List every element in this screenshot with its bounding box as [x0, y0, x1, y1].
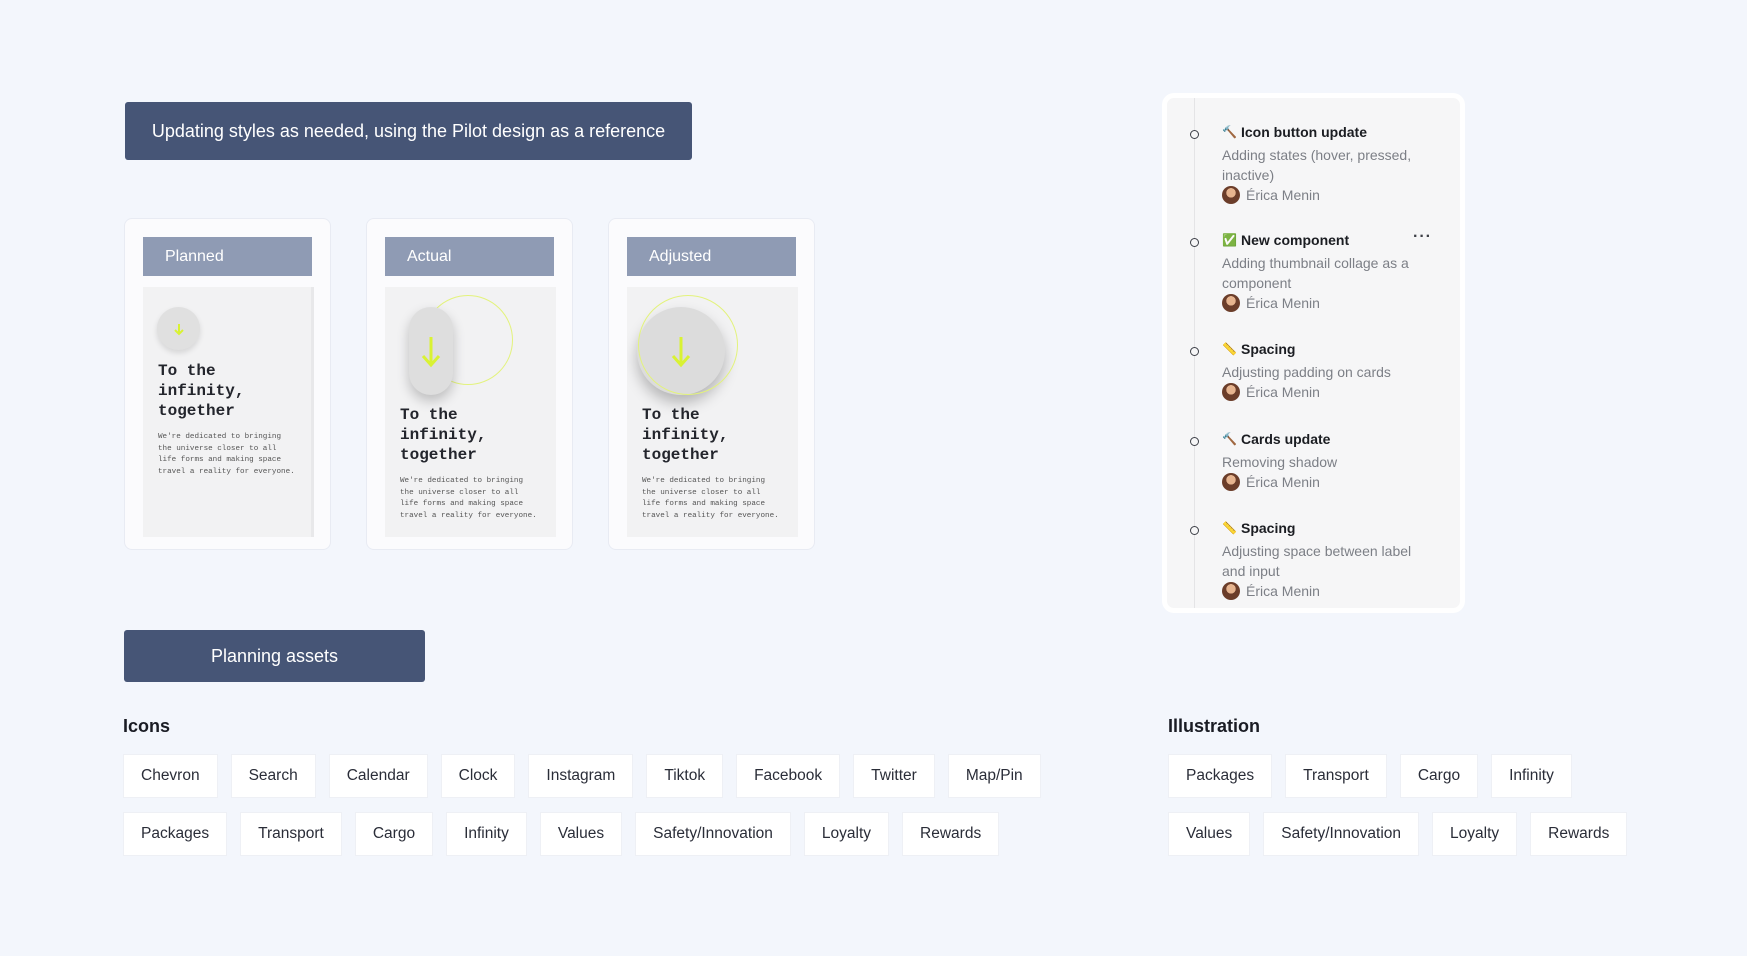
tag[interactable]: Calendar — [328, 754, 428, 798]
illustration-section-title: Illustration — [1168, 716, 1261, 736]
card-description: We're dedicated to bringing the universe… — [642, 477, 779, 520]
timeline-dot — [1190, 526, 1199, 535]
card-label: Adjusted — [627, 237, 796, 276]
avatar — [1222, 186, 1240, 204]
card-preview: To the infinity, together We're dedicate… — [385, 287, 556, 537]
activity-title: Spacing — [1241, 520, 1296, 536]
timeline-dot — [1190, 347, 1199, 356]
reference-banner: Updating styles as needed, using the Pil… — [125, 102, 692, 160]
activity-description: Removing shadow — [1222, 454, 1338, 470]
activity-author: Érica Menin — [1222, 473, 1320, 491]
tag[interactable]: Search — [230, 754, 316, 798]
tag[interactable]: Safety/Innovation — [635, 812, 791, 856]
card-preview: To the infinity, together We're dedicate… — [143, 287, 314, 537]
ruler-icon: 📏 — [1222, 342, 1237, 356]
tag[interactable]: Rewards — [902, 812, 1000, 856]
card-description: We're dedicated to bringing the universe… — [400, 477, 537, 520]
tag[interactable]: Loyalty — [803, 812, 890, 856]
avatar — [1222, 383, 1240, 401]
tag[interactable]: Cargo — [354, 812, 434, 856]
activity-description: Adjusting padding on cards — [1222, 364, 1391, 380]
canvas: Updating styles as needed, using the Pil… — [0, 0, 1747, 956]
activity-title: Spacing — [1241, 341, 1296, 357]
activity-title: Icon button update — [1241, 124, 1367, 140]
tag[interactable]: Infinity — [446, 812, 527, 856]
tag[interactable]: Loyalty — [1432, 812, 1518, 856]
activity-author: Érica Menin — [1222, 294, 1320, 312]
icons-section-title: Icons — [123, 716, 171, 736]
tag[interactable]: Values — [539, 812, 623, 856]
timeline-dot — [1190, 238, 1199, 247]
card-title: To the infinity, together — [158, 362, 245, 420]
arrow-down-icon — [421, 337, 441, 368]
card-description: We're dedicated to bringing the universe… — [158, 433, 295, 476]
tag[interactable]: Rewards — [1530, 812, 1628, 856]
card-title: To the infinity, together — [642, 406, 729, 464]
tag[interactable]: Infinity — [1491, 754, 1572, 798]
icons-tags-row-1: Chevron Search Calendar Clock Instagram … — [123, 754, 1041, 798]
icon-button[interactable] — [409, 307, 453, 395]
tag[interactable]: Instagram — [528, 754, 634, 798]
card-preview: To the infinity, together We're dedicate… — [627, 287, 798, 537]
illustration-tags-row-2: Values Safety/Innovation Loyalty Rewards — [1168, 812, 1628, 856]
icons-tags-row-2: Packages Transport Cargo Infinity Values… — [123, 812, 1000, 856]
tag[interactable]: Safety/Innovation — [1263, 812, 1420, 856]
arrow-down-icon — [173, 323, 184, 335]
tag[interactable]: Transport — [240, 812, 342, 856]
tag[interactable]: Packages — [1168, 754, 1273, 798]
avatar — [1222, 582, 1240, 600]
activity-title: New component — [1241, 232, 1350, 248]
tag[interactable]: Packages — [123, 812, 228, 856]
tag[interactable]: Values — [1168, 812, 1251, 856]
avatar — [1222, 473, 1240, 491]
card-planned: Planned To the infinity, together We're … — [124, 218, 331, 550]
card-label: Actual — [385, 237, 554, 276]
activity-description: Adjusting space between label and input — [1222, 543, 1412, 579]
timeline-dot — [1190, 130, 1199, 139]
avatar — [1222, 294, 1240, 312]
tag[interactable]: Clock — [440, 754, 516, 798]
timeline-dot — [1190, 437, 1199, 446]
activity-title: Cards update — [1241, 431, 1331, 447]
activity-description: Adding thumbnail collage as a component — [1222, 255, 1409, 291]
illustration-tags-row-1: Packages Transport Cargo Infinity — [1168, 754, 1572, 798]
tag[interactable]: Map/Pin — [947, 754, 1041, 798]
activity-author: Érica Menin — [1222, 582, 1320, 600]
tag[interactable]: Tiktok — [646, 754, 724, 798]
activity-author: Érica Menin — [1222, 383, 1320, 401]
tag[interactable]: Cargo — [1399, 754, 1479, 798]
activity-panel: 🔨 Icon button update Adding states (hove… — [1162, 93, 1465, 613]
planning-assets-banner: Planning assets — [124, 630, 425, 682]
tag[interactable]: Facebook — [736, 754, 841, 798]
more-options-icon[interactable]: ··· — [1413, 228, 1432, 246]
tag[interactable]: Chevron — [123, 754, 218, 798]
icon-button[interactable] — [157, 307, 200, 350]
focus-ring — [638, 295, 738, 395]
card-title: To the infinity, together — [400, 406, 487, 464]
tag[interactable]: Transport — [1285, 754, 1387, 798]
card-actual: Actual To the infinity, together We're d… — [366, 218, 573, 550]
reference-banner-text: Updating styles as needed, using the Pil… — [151, 120, 666, 141]
ruler-icon: 📏 — [1222, 521, 1237, 535]
hammer-icon: 🔨 — [1222, 125, 1237, 139]
activity-author: Érica Menin — [1222, 186, 1320, 204]
activity-description: Adding states (hover, pressed, inactive) — [1222, 147, 1412, 183]
tag[interactable]: Twitter — [853, 754, 935, 798]
hammer-icon: 🔨 — [1222, 432, 1237, 446]
check-icon: ✅ — [1222, 233, 1237, 247]
planning-assets-title: Planning assets — [210, 645, 339, 666]
card-adjusted: Adjusted To the infinity, together We're… — [608, 218, 815, 550]
card-label: Planned — [143, 237, 312, 276]
